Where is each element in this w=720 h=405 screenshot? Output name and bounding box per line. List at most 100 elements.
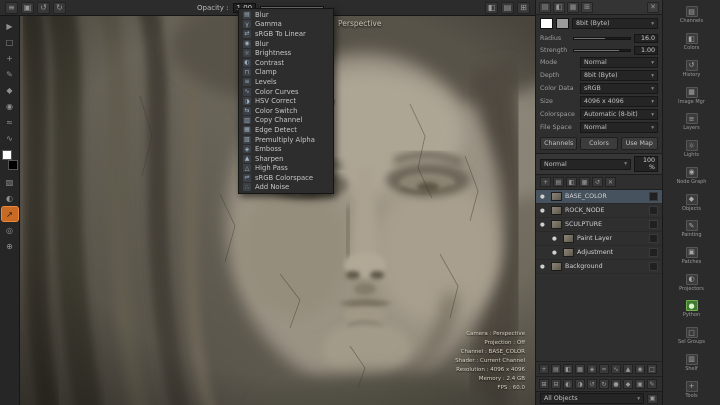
- palette-item-colors[interactable]: ◧Colors: [663, 29, 720, 56]
- menu-item[interactable]: ◐Contrast: [239, 58, 333, 68]
- panel-expand-icon[interactable]: ⊞: [581, 2, 593, 13]
- panel-tab-icon[interactable]: ▤: [539, 2, 551, 13]
- palette-item-lights[interactable]: ☼Lights: [663, 136, 720, 163]
- tool-pan-icon[interactable]: ⊕: [2, 239, 18, 253]
- layer-row[interactable]: ● Paint Layer: [536, 232, 662, 246]
- colors-button[interactable]: Colors: [580, 137, 617, 150]
- reset-layer-icon[interactable]: ↺: [592, 177, 603, 187]
- color-data-dropdown[interactable]: sRGB▾: [580, 83, 658, 94]
- visibility-icon[interactable]: ●: [552, 236, 560, 242]
- panel-close-icon[interactable]: ✕: [647, 2, 659, 13]
- shelf-icon[interactable]: ◧: [563, 364, 573, 374]
- menu-item[interactable]: ▧Premultiply Alpha: [239, 135, 333, 145]
- add-layer-icon[interactable]: +: [540, 177, 551, 187]
- palette-item-patches[interactable]: ▣Patches: [663, 243, 720, 270]
- palette-item-objects[interactable]: ◆Objects: [663, 189, 720, 216]
- strength-value[interactable]: 1.00: [634, 46, 658, 55]
- tool-erase-icon[interactable]: ◆: [2, 83, 18, 97]
- tool-vector-icon[interactable]: ↗: [2, 207, 18, 221]
- palette-item-python[interactable]: ●Python: [663, 296, 720, 323]
- viewport-camera-tab[interactable]: Perspective: [338, 19, 381, 28]
- use-map-button[interactable]: Use Map: [621, 137, 658, 150]
- shelf-icon[interactable]: □: [647, 364, 657, 374]
- menu-item[interactable]: ▲Sharpen: [239, 154, 333, 164]
- menu-item[interactable]: ∿Color Curves: [239, 87, 333, 97]
- shelf-icon[interactable]: ↻: [599, 379, 609, 389]
- tool-paint-icon[interactable]: ✎: [2, 67, 18, 81]
- tool-zoom-icon[interactable]: ◎: [2, 223, 18, 237]
- tool-marquee-icon[interactable]: □: [2, 35, 18, 49]
- layer-row[interactable]: ● ROCK_NODE: [536, 204, 662, 218]
- save-icon[interactable]: ▣: [21, 2, 34, 14]
- background-color-swatch[interactable]: [8, 160, 18, 170]
- shelf-icon[interactable]: ◐: [563, 379, 573, 389]
- lock-icon[interactable]: ▣: [647, 394, 658, 404]
- undo-icon[interactable]: ↺: [37, 2, 50, 14]
- tool-blur-icon[interactable]: ≈: [2, 115, 18, 129]
- layer-mask-thumb[interactable]: [649, 262, 658, 271]
- menu-item[interactable]: ◈Emboss: [239, 144, 333, 154]
- shelf-icon[interactable]: ▤: [551, 364, 561, 374]
- shelf-icon[interactable]: ⊞: [539, 379, 549, 389]
- blend-mode-dropdown[interactable]: Normal ▾: [540, 159, 631, 170]
- menu-item[interactable]: ◉Blur: [239, 39, 333, 49]
- visibility-icon[interactable]: ●: [540, 222, 548, 228]
- shelf-icon[interactable]: ▲: [623, 364, 633, 374]
- view-mode-icon[interactable]: ◧: [485, 2, 498, 14]
- layer-opacity-value[interactable]: 100 %: [634, 156, 658, 172]
- delete-layer-icon[interactable]: ✕: [605, 177, 616, 187]
- palette-item-history[interactable]: ↺History: [663, 55, 720, 82]
- menu-item[interactable]: ▤Blur: [239, 10, 333, 20]
- shelf-icon[interactable]: ▣: [635, 379, 645, 389]
- layer-mask-thumb[interactable]: [649, 220, 658, 229]
- shelf-icon[interactable]: ↺: [587, 379, 597, 389]
- layer-mask-thumb[interactable]: [649, 192, 658, 201]
- shelf-icon[interactable]: ▦: [575, 364, 585, 374]
- menu-item[interactable]: ⇌sRGB Colorspace: [239, 173, 333, 183]
- tool-select-icon[interactable]: ▶: [2, 19, 18, 33]
- layer-row[interactable]: ● Background: [536, 260, 662, 274]
- depth-dropdown[interactable]: 8bit (Byte)▾: [580, 70, 658, 81]
- visibility-icon[interactable]: ●: [540, 194, 548, 200]
- object-filter-dropdown[interactable]: All Objects ▾: [540, 393, 644, 404]
- palette-item-node-graph[interactable]: ◉Node Graph: [663, 162, 720, 189]
- tool-transform-icon[interactable]: +: [2, 51, 18, 65]
- menu-item[interactable]: △High Pass: [239, 164, 333, 174]
- tool-clone-icon[interactable]: ◉: [2, 99, 18, 113]
- layer-mask-thumb[interactable]: [649, 206, 658, 215]
- layout-icon[interactable]: ▤: [501, 2, 514, 14]
- layer-row[interactable]: ● Adjustment: [536, 246, 662, 260]
- layer-mask-thumb[interactable]: [649, 248, 658, 257]
- palette-item-shelf[interactable]: ▥Shelf: [663, 350, 720, 377]
- palette-item-channels[interactable]: ▤Channels: [663, 2, 720, 29]
- menu-item[interactable]: ⇆Color Switch: [239, 106, 333, 116]
- foreground-color-swatch[interactable]: [2, 150, 12, 160]
- tool-gradient-icon[interactable]: ▧: [2, 175, 18, 189]
- layer-row[interactable]: ● BASE_COLOR: [536, 190, 662, 204]
- menu-item[interactable]: ∴Add Noise: [239, 183, 333, 193]
- menu-item[interactable]: ≡Levels: [239, 77, 333, 87]
- channel-alt-swatch[interactable]: [556, 18, 569, 29]
- file-space-dropdown[interactable]: Normal▾: [580, 122, 658, 133]
- menu-item[interactable]: ⇄sRGB To Linear: [239, 29, 333, 39]
- panel-grid-icon[interactable]: ▦: [567, 2, 579, 13]
- grid-icon[interactable]: ⊞: [517, 2, 530, 14]
- add-mask-icon[interactable]: ◧: [566, 177, 577, 187]
- palette-item-image-manager[interactable]: ▦Image Mgr: [663, 82, 720, 109]
- bit-depth-dropdown[interactable]: 8bit (Byte) ▾: [572, 18, 658, 29]
- menu-item[interactable]: ◑HSV Correct: [239, 96, 333, 106]
- palette-item-tools[interactable]: +Tools: [663, 376, 720, 403]
- shelf-icon[interactable]: ∿: [611, 364, 621, 374]
- channels-button[interactable]: Channels: [540, 137, 577, 150]
- palette-item-selection-groups[interactable]: □Sel Groups: [663, 323, 720, 350]
- menu-item[interactable]: ▦Edge Detect: [239, 125, 333, 135]
- channel-color-swatch[interactable]: [540, 18, 553, 29]
- palette-item-painting[interactable]: ✎Painting: [663, 216, 720, 243]
- add-group-icon[interactable]: ▤: [553, 177, 564, 187]
- mode-dropdown[interactable]: Normal▾: [580, 57, 658, 68]
- shelf-icon[interactable]: ✎: [647, 379, 657, 389]
- shelf-icon[interactable]: ⊟: [551, 379, 561, 389]
- main-menu-icon[interactable]: ≡: [5, 2, 18, 14]
- shelf-icon[interactable]: ≈: [599, 364, 609, 374]
- palette-item-layers[interactable]: ≡Layers: [663, 109, 720, 136]
